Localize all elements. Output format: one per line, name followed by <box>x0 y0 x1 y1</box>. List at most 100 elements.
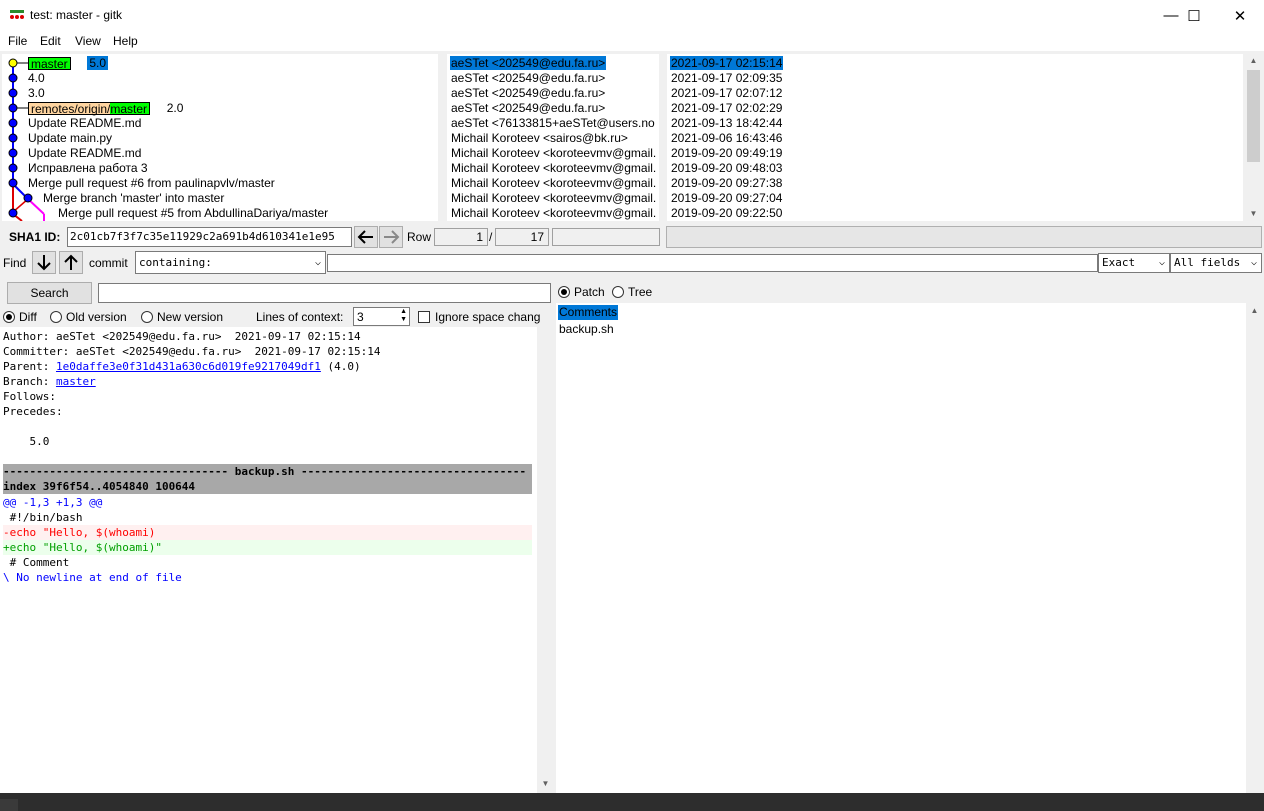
find-next-button[interactable] <box>32 251 56 274</box>
commit-row[interactable]: remotes/origin/master 2.0 <box>28 101 183 116</box>
date-cell[interactable]: 2019-09-20 09:27:04 <box>671 191 782 206</box>
date-cell[interactable]: 2019-09-20 09:22:50 <box>671 206 782 221</box>
find-input[interactable] <box>327 254 1098 272</box>
context-spinbox[interactable]: 3 ▲ ▼ <box>353 307 410 326</box>
back-button[interactable] <box>354 226 378 248</box>
taskbar-button[interactable] <box>0 799 18 811</box>
menu-edit[interactable]: Edit <box>40 34 61 48</box>
find-mode-select[interactable]: containing: ⌵ <box>135 251 326 274</box>
commit-graph-pane[interactable]: master 5.0 4.0 3.0 remotes/origin/master… <box>2 54 438 221</box>
author-cell[interactable]: aeSTet <76133815+aeSTet@users.no <box>451 116 655 131</box>
author-pane[interactable]: aeSTet <202549@edu.fa.ru> aeSTet <202549… <box>447 54 659 221</box>
gitk-app-icon <box>10 10 24 19</box>
diff-radio-button[interactable] <box>3 311 15 323</box>
sha1-input[interactable]: 2c01cb7f3f7c35e11929c2a691b4d610341e1e95 <box>67 227 352 247</box>
author-cell[interactable]: aeSTet <202549@edu.fa.ru> <box>450 56 607 70</box>
commit-list-scrollbar[interactable]: ▲ ▼ <box>1245 54 1262 221</box>
file-list-item[interactable]: Comments <box>558 305 619 320</box>
date-cell[interactable]: 2019-09-20 09:27:38 <box>671 176 782 191</box>
menu-help[interactable]: Help <box>113 34 138 48</box>
parent-link[interactable]: 1e0daffe3e0f31d431a630c6d019fe9217049df1 <box>56 360 321 373</box>
remote-branch-tag[interactable]: master <box>110 102 151 115</box>
author-cell[interactable]: Michail Koroteev <sairos@bk.ru> <box>451 131 628 146</box>
branch-link[interactable]: master <box>56 375 96 388</box>
author-cell[interactable]: Michail Koroteev <koroteevmv@gmail. <box>451 206 656 221</box>
commit-row[interactable]: Merge pull request #6 from paulinapvlv/m… <box>28 176 275 191</box>
file-header: ---------------------------------- backu… <box>3 465 527 478</box>
author-cell[interactable]: aeSTet <202549@edu.fa.ru> <box>451 71 605 86</box>
new-version-radio-button[interactable] <box>141 311 153 323</box>
old-version-radio-button[interactable] <box>50 311 62 323</box>
match-select[interactable]: Exact ⌵ <box>1098 253 1170 273</box>
date-cell[interactable]: 2021-09-17 02:02:29 <box>671 101 782 116</box>
maximize-button[interactable]: ☐ <box>1171 0 1217 31</box>
new-version-radio[interactable]: New version <box>141 310 223 324</box>
commit-row[interactable]: Update main.py <box>28 131 112 146</box>
committer-line: Committer: aeSTet <202549@edu.fa.ru> 202… <box>3 345 381 358</box>
remote-tag[interactable]: remotes/origin/ <box>28 102 111 115</box>
date-cell[interactable]: 2021-09-06 16:43:46 <box>671 131 782 146</box>
search-input[interactable] <box>98 283 551 303</box>
date-cell[interactable]: 2021-09-17 02:09:35 <box>671 71 782 86</box>
patch-radio[interactable]: Patch <box>558 285 605 299</box>
commit-row[interactable]: Merge branch 'master' into master <box>43 191 224 206</box>
date-cell[interactable]: 2021-09-13 18:42:44 <box>671 116 782 131</box>
author-cell[interactable]: aeSTet <202549@edu.fa.ru> <box>451 86 605 101</box>
old-version-radio[interactable]: Old version <box>50 310 127 324</box>
scroll-down-arrow-icon[interactable]: ▼ <box>537 779 554 788</box>
close-button[interactable]: ✕ <box>1217 0 1263 31</box>
spin-up-icon[interactable]: ▲ <box>400 308 407 316</box>
menu-file[interactable]: File <box>8 34 27 48</box>
date-cell[interactable]: 2021-09-17 02:07:12 <box>671 86 782 101</box>
spin-down-icon[interactable]: ▼ <box>400 316 407 324</box>
scroll-down-arrow-icon[interactable]: ▼ <box>1245 209 1262 218</box>
branch-tag-master[interactable]: master <box>28 57 71 70</box>
author-cell[interactable]: Michail Koroteev <koroteevmv@gmail. <box>451 191 656 206</box>
deleted-line: -echo "Hello, $(whoami) <box>3 526 156 539</box>
diff-scrollbar[interactable]: ▼ <box>537 327 554 793</box>
commit-row[interactable]: Исправлена работа 3 <box>28 161 148 176</box>
forward-button[interactable] <box>379 226 403 248</box>
author-cell[interactable]: aeSTet <202549@edu.fa.ru> <box>451 101 605 116</box>
patch-radio-button[interactable] <box>558 286 570 298</box>
find-mode-value: containing: <box>139 256 212 269</box>
status-box <box>666 226 1262 248</box>
fields-select[interactable]: All fields ⌵ <box>1170 253 1262 273</box>
author-cell[interactable]: Michail Koroteev <koroteevmv@gmail. <box>451 146 656 161</box>
tree-radio[interactable]: Tree <box>612 285 652 299</box>
file-list-scrollbar[interactable]: ▲ <box>1246 303 1263 793</box>
file-list-item[interactable]: backup.sh <box>559 322 614 337</box>
commit-row[interactable]: 4.0 <box>28 71 45 86</box>
tag-label-5-0[interactable]: 5.0 <box>87 56 109 70</box>
diff-radio[interactable]: Diff <box>3 310 37 324</box>
diff-view[interactable]: Author: aeSTet <202549@edu.fa.ru> 2021-0… <box>0 327 537 793</box>
scroll-up-arrow-icon[interactable]: ▲ <box>1246 306 1263 315</box>
arrow-right-icon <box>384 230 400 244</box>
scrollbar-thumb[interactable] <box>1247 70 1260 162</box>
date-pane[interactable]: 2021-09-17 02:15:14 2021-09-17 02:09:35 … <box>667 54 1243 221</box>
date-cell[interactable]: 2021-09-17 02:15:14 <box>670 56 784 70</box>
menu-bar: File Edit View Help <box>0 31 1264 51</box>
commit-row[interactable]: 3.0 <box>28 86 45 101</box>
chevron-down-icon: ⌵ <box>1250 257 1257 268</box>
ignore-space-checkbox[interactable]: Ignore space chang <box>418 310 540 324</box>
branch-label: Branch: <box>3 375 56 388</box>
fields-value: All fields <box>1174 256 1241 269</box>
tree-radio-button[interactable] <box>612 286 624 298</box>
scroll-up-arrow-icon[interactable]: ▲ <box>1245 56 1262 65</box>
find-prev-button[interactable] <box>59 251 83 274</box>
parent-line: Parent: 1e0daffe3e0f31d431a630c6d019fe92… <box>3 359 361 374</box>
date-cell[interactable]: 2019-09-20 09:49:19 <box>671 146 782 161</box>
commit-row[interactable]: Update README.md <box>28 116 141 131</box>
menu-view[interactable]: View <box>75 34 101 48</box>
author-cell[interactable]: Michail Koroteev <koroteevmv@gmail. <box>451 176 656 191</box>
commit-row[interactable]: Update README.md <box>28 146 141 161</box>
file-list[interactable]: Comments backup.sh <box>556 303 1246 793</box>
ignore-space-check[interactable] <box>418 311 430 323</box>
date-cell[interactable]: 2019-09-20 09:48:03 <box>671 161 782 176</box>
arrow-down-icon <box>37 255 51 271</box>
commit-row[interactable]: Merge pull request #5 from AbdullinaDari… <box>58 206 328 221</box>
author-cell[interactable]: Michail Koroteev <koroteevmv@gmail. <box>451 161 656 176</box>
search-button[interactable]: Search <box>7 282 92 304</box>
commit-row[interactable]: master 5.0 <box>28 56 109 71</box>
